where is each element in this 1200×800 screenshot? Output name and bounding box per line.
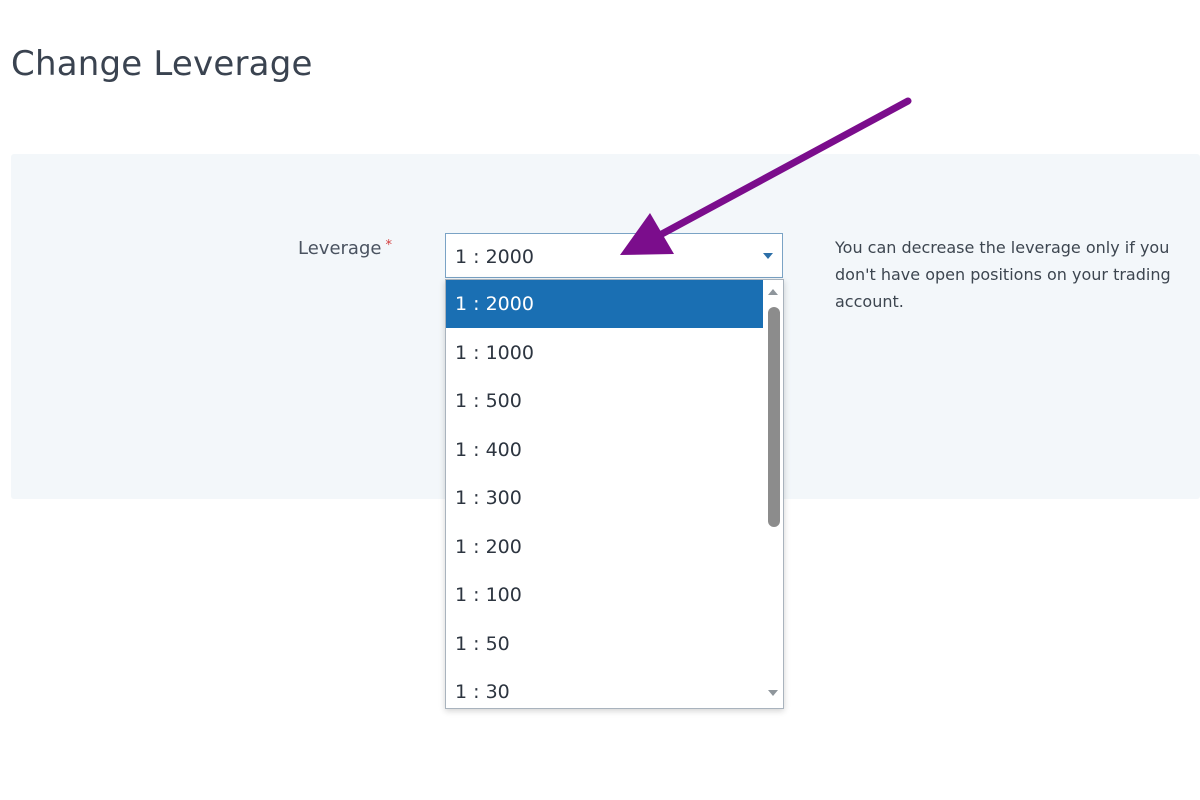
leverage-option[interactable]: 1 : 300 <box>446 474 763 522</box>
leverage-dropdown-list[interactable]: 1 : 2000 1 : 1000 1 : 500 1 : 400 1 : 30… <box>445 279 784 709</box>
leverage-option[interactable]: 1 : 50 <box>446 620 763 668</box>
page-title: Change Leverage <box>11 44 313 84</box>
leverage-option[interactable]: 1 : 500 <box>446 377 763 425</box>
page: Change Leverage Leverage * 1 : 2000 1 : 2… <box>0 0 1200 800</box>
leverage-select[interactable]: 1 : 2000 <box>445 233 783 278</box>
leverage-option[interactable]: 1 : 1000 <box>446 329 763 377</box>
chevron-down-icon <box>763 253 773 259</box>
leverage-help-text: You can decrease the leverage only if yo… <box>835 238 1171 311</box>
leverage-option[interactable]: 1 : 400 <box>446 426 763 474</box>
leverage-option[interactable]: 1 : 100 <box>446 571 763 619</box>
scroll-down-arrow-icon[interactable] <box>768 690 778 696</box>
dropdown-scrollbar[interactable] <box>763 280 783 708</box>
leverage-option[interactable]: 1 : 30 <box>446 668 763 708</box>
leverage-label-text: Leverage <box>298 238 382 259</box>
leverage-option[interactable]: 1 : 200 <box>446 523 763 571</box>
scrollbar-thumb[interactable] <box>768 307 780 527</box>
leverage-option[interactable]: 1 : 2000 <box>446 280 763 328</box>
required-marker: * <box>385 238 392 253</box>
leverage-label: Leverage * <box>298 238 392 259</box>
leverage-select-value: 1 : 2000 <box>455 246 534 268</box>
scroll-up-arrow-icon[interactable] <box>768 289 778 295</box>
